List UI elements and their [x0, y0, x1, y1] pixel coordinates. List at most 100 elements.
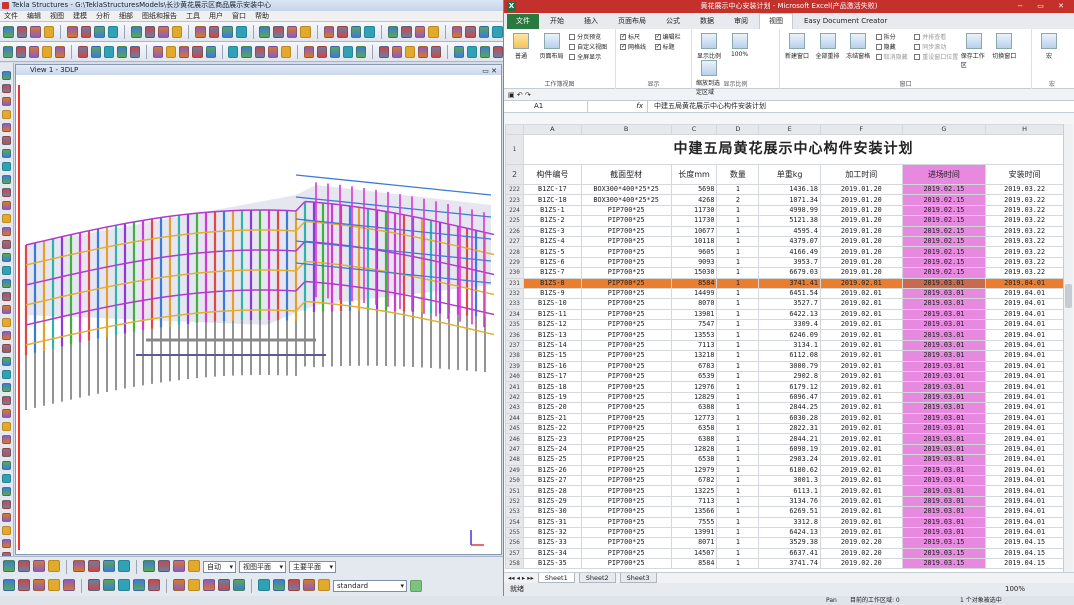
cell-id[interactable]: B1ZS-20 — [522, 402, 582, 414]
row-header[interactable]: 256 — [505, 537, 524, 549]
tool-icon[interactable] — [2, 331, 11, 340]
ribbon-tab[interactable]: 开始 — [541, 14, 573, 29]
tool-icon[interactable] — [2, 227, 11, 236]
cell-section[interactable]: PIP700*25 — [580, 433, 672, 445]
tool-icon[interactable] — [2, 409, 11, 418]
tool-icon[interactable] — [2, 175, 11, 184]
cell-weight[interactable]: 6113.1 — [758, 485, 821, 497]
tool-icon[interactable] — [208, 25, 220, 38]
tool-icon[interactable] — [241, 45, 252, 58]
tool-icon[interactable] — [2, 266, 11, 275]
tool-icon[interactable] — [55, 45, 66, 58]
tool-icon[interactable] — [166, 45, 177, 58]
cell-weight[interactable]: 3000.79 — [758, 360, 821, 373]
cell-weight[interactable]: 6096.47 — [758, 391, 821, 404]
new-window-button[interactable]: 新建窗口 — [784, 33, 810, 60]
cell-install-date[interactable]: 2019.04.01 — [985, 516, 1064, 528]
row-header[interactable]: 223 — [505, 194, 524, 206]
model-member[interactable] — [196, 211, 207, 214]
tool-icon[interactable] — [2, 240, 11, 249]
tool-icon[interactable] — [492, 45, 503, 58]
tool-icon[interactable] — [428, 25, 439, 38]
cell-weight[interactable]: 3741.41 — [758, 277, 821, 289]
cell-section[interactable]: PIP700*25 — [580, 256, 672, 269]
cell-process-date[interactable]: 2019.02.01 — [819, 339, 903, 352]
cell-qty[interactable]: 1 — [716, 412, 760, 425]
cell-qty[interactable]: 1 — [716, 381, 760, 393]
cell-install-date[interactable]: 2019.04.01 — [985, 339, 1064, 352]
cell-id[interactable]: B1ZS-11 — [522, 308, 582, 321]
cell-install-date[interactable]: 2019.03.22 — [985, 246, 1064, 258]
cell-id[interactable]: B1ZS-29 — [522, 495, 582, 508]
table-row[interactable]: 243 B1ZS-20 PIP700*25 6388 1 2844.25 2019.02.0… — [505, 402, 1064, 414]
tool-icon[interactable] — [337, 25, 348, 38]
cell-arrival-date[interactable]: 2019.03.01 — [901, 526, 987, 539]
cell-process-date[interactable]: 2019.02.01 — [819, 464, 903, 476]
cell-weight[interactable]: 2844.21 — [758, 433, 821, 445]
cell-id[interactable]: B1ZS-18 — [522, 381, 582, 393]
tool-icon[interactable] — [479, 45, 490, 58]
tool-icon[interactable] — [258, 579, 270, 591]
model-member[interactable] — [448, 303, 459, 307]
tool-icon[interactable] — [303, 45, 314, 58]
cell-qty[interactable]: 1 — [716, 371, 760, 383]
cell-process-date[interactable]: 2019.01.20 — [819, 194, 903, 206]
model-member[interactable] — [304, 260, 315, 263]
cell-length[interactable]: 13566 — [670, 506, 718, 518]
model-member[interactable] — [403, 314, 414, 318]
cell-id[interactable]: B1ZS-15 — [522, 350, 582, 362]
tool-icon[interactable] — [466, 45, 477, 58]
cell-install-date[interactable]: 2019.04.15 — [985, 558, 1064, 570]
auto-combo[interactable]: 自动 — [203, 560, 236, 573]
cell-qty[interactable]: 1 — [716, 339, 760, 352]
cell-arrival-date[interactable]: 2019.03.01 — [901, 422, 987, 435]
model-member[interactable] — [34, 340, 45, 344]
tool-icon[interactable] — [2, 435, 11, 444]
model-member[interactable] — [304, 220, 315, 223]
cell-weight[interactable]: 1071.34 — [758, 194, 821, 206]
cell-length[interactable]: 13225 — [670, 485, 718, 497]
cell-weight[interactable]: 3953.7 — [758, 256, 821, 269]
cell-id[interactable]: B1ZS-17 — [522, 371, 582, 383]
cell-process-date[interactable]: 2019.01.20 — [819, 235, 903, 248]
cell-process-date[interactable]: 2019.02.01 — [819, 485, 903, 497]
cell-id[interactable]: B1ZS-34 — [522, 547, 582, 560]
model-member[interactable] — [214, 250, 225, 253]
cell-section[interactable]: PIP700*25 — [580, 381, 672, 393]
cell-process-date[interactable]: 2019.02.20 — [819, 558, 903, 570]
cell-install-date[interactable]: 2019.04.01 — [985, 454, 1064, 466]
cell-arrival-date[interactable]: 2019.03.01 — [901, 381, 987, 393]
cell-qty[interactable]: 1 — [716, 267, 760, 279]
cell-arrival-date[interactable]: 2019.03.01 — [901, 443, 987, 456]
tool-icon[interactable] — [2, 71, 11, 80]
model-member[interactable] — [88, 328, 99, 332]
tool-icon[interactable] — [73, 559, 85, 572]
table-row[interactable]: 226 B1ZS-3 PIP700*25 10677 1 4595.4 2019.01.20… — [505, 225, 1064, 237]
tool-icon[interactable] — [88, 559, 100, 572]
cell-length[interactable]: 10677 — [670, 225, 718, 237]
cell-length[interactable]: 6783 — [670, 360, 718, 373]
cell-section[interactable]: PIP700*25 — [580, 412, 672, 425]
tool-icon[interactable] — [222, 25, 234, 38]
row-header[interactable]: 243 — [505, 402, 524, 414]
table-row[interactable]: 257 B1ZS-34 PIP700*25 14507 1 6637.41 2019.02.… — [505, 547, 1064, 560]
cell-qty[interactable]: 1 — [716, 506, 760, 518]
cell-section[interactable]: PIP700*25 — [580, 339, 672, 352]
row-header[interactable]: 245 — [505, 422, 524, 435]
model-member[interactable] — [124, 321, 135, 325]
cell-arrival-date[interactable]: 2019.03.01 — [901, 495, 987, 508]
cell-qty[interactable]: 1 — [716, 204, 760, 217]
cell-qty[interactable]: 1 — [716, 391, 760, 404]
cell-length[interactable]: 12829 — [670, 391, 718, 404]
tool-icon[interactable] — [280, 45, 291, 58]
cell-install-date[interactable]: 2019.04.01 — [985, 371, 1064, 383]
table-row[interactable]: 237 B1ZS-14 PIP700*25 7113 1 3134.1 2019.02.01… — [505, 339, 1064, 352]
tool-icon[interactable] — [303, 579, 315, 591]
model-member[interactable] — [178, 213, 189, 216]
cell-install-date[interactable]: 2019.03.22 — [985, 235, 1064, 248]
cell-id[interactable]: B1ZS-1 — [522, 204, 582, 217]
column-header[interactable]: H — [985, 124, 1064, 135]
cell-qty[interactable]: 1 — [716, 547, 760, 560]
cell-arrival-date[interactable]: 2019.03.01 — [901, 433, 987, 445]
cell-section[interactable]: PIP700*25 — [580, 402, 672, 414]
